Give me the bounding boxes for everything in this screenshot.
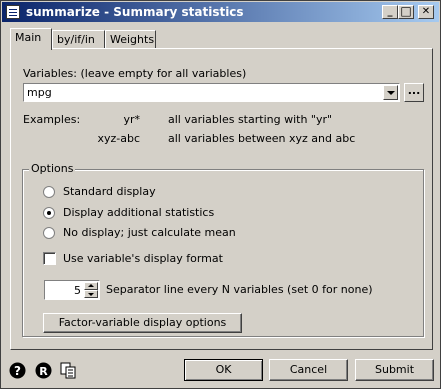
factor-variable-options-button[interactable]: Factor-variable display options bbox=[43, 313, 242, 333]
copy-command-icon[interactable] bbox=[59, 361, 78, 380]
variables-label: Variables: (leave empty for all variable… bbox=[23, 67, 247, 80]
separator-value: 5 bbox=[74, 284, 81, 297]
example-description: all variables between xyz and abc bbox=[168, 132, 356, 145]
variables-input[interactable]: mpg bbox=[23, 83, 400, 102]
main-panel: Variables: (leave empty for all variable… bbox=[10, 48, 433, 350]
stepper-down-icon[interactable] bbox=[84, 290, 98, 298]
no-display-radio[interactable] bbox=[43, 227, 55, 239]
example-description: all variables starting with "yr" bbox=[168, 113, 333, 126]
additional-statistics-radio[interactable] bbox=[43, 207, 55, 219]
options-group: Options Standard display Display additio… bbox=[22, 162, 424, 337]
standard-display-label: Standard display bbox=[63, 185, 156, 198]
close-button[interactable]: ✕ bbox=[418, 5, 434, 19]
options-title: Options bbox=[29, 162, 76, 175]
no-display-label: No display; just calculate mean bbox=[63, 226, 236, 239]
app-icon bbox=[6, 5, 20, 19]
svg-text:R: R bbox=[39, 365, 48, 378]
maximize-button[interactable]: □ bbox=[398, 5, 414, 19]
dialog-window: summarize - Summary statistics _ □ ✕ Mai… bbox=[0, 0, 441, 389]
stepper-up-icon[interactable] bbox=[84, 282, 98, 290]
cancel-button[interactable]: Cancel bbox=[269, 359, 348, 381]
tab-weights[interactable]: Weights bbox=[105, 30, 156, 49]
browse-variables-button[interactable]: ... bbox=[404, 83, 424, 102]
reset-icon[interactable]: R bbox=[34, 361, 53, 380]
svg-text:?: ? bbox=[14, 364, 21, 378]
variables-value: mpg bbox=[27, 86, 52, 99]
example-pattern: xyz-abc bbox=[97, 132, 140, 145]
separator-stepper[interactable]: 5 bbox=[44, 280, 100, 300]
minimize-button[interactable]: _ bbox=[382, 5, 398, 19]
tab-main[interactable]: Main bbox=[10, 28, 52, 50]
title-bar: summarize - Summary statistics _ □ ✕ bbox=[2, 2, 439, 22]
variables-dropdown-button[interactable] bbox=[383, 85, 398, 100]
standard-display-radio[interactable] bbox=[43, 186, 55, 198]
examples-label: Examples: bbox=[23, 113, 81, 126]
separator-label: Separator line every N variables (set 0 … bbox=[106, 283, 373, 296]
display-format-label: Use variable's display format bbox=[63, 252, 223, 265]
help-icon[interactable]: ? bbox=[8, 361, 27, 380]
window-title: summarize - Summary statistics bbox=[26, 5, 244, 19]
display-format-checkbox[interactable] bbox=[43, 252, 56, 265]
tab-by-if-in[interactable]: by/if/in bbox=[52, 30, 105, 49]
example-pattern: yr* bbox=[123, 113, 140, 126]
ok-button[interactable]: OK bbox=[184, 359, 263, 381]
additional-statistics-label: Display additional statistics bbox=[63, 206, 215, 219]
submit-button[interactable]: Submit bbox=[355, 359, 434, 381]
